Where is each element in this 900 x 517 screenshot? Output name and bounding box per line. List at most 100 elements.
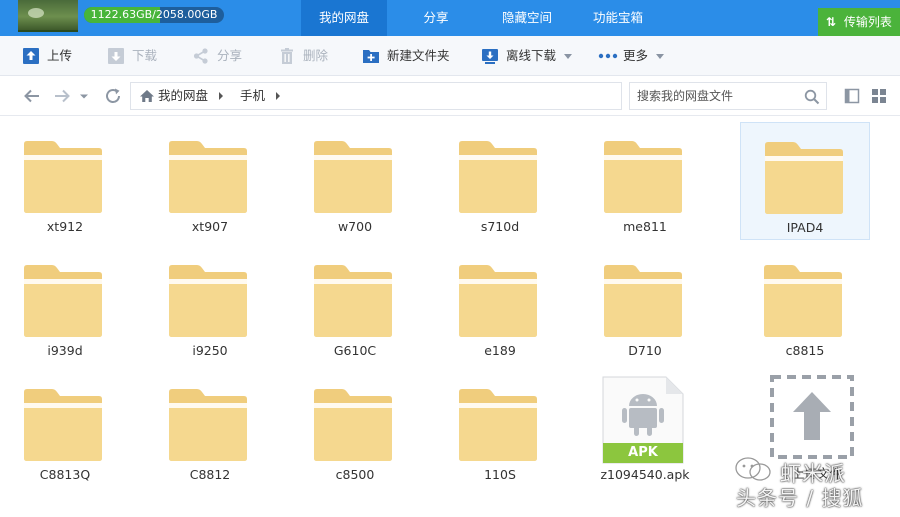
tab-hidden-space[interactable]: 隐藏空间 xyxy=(484,0,570,36)
new-folder-label: 新建文件夹 xyxy=(387,48,450,63)
history-dropdown-icon[interactable] xyxy=(78,87,90,105)
folder-icon xyxy=(314,141,392,213)
file-name-label: i939d xyxy=(47,343,83,358)
delete-label: 删除 xyxy=(303,48,329,63)
user-avatar[interactable] xyxy=(18,0,78,32)
grid-view-icon[interactable] xyxy=(871,88,887,104)
search-input[interactable] xyxy=(637,86,797,106)
file-name-label: c8815 xyxy=(785,343,825,358)
folder-item[interactable]: D710 xyxy=(580,246,710,364)
share-label: 分享 xyxy=(217,48,243,63)
breadcrumb-separator-icon xyxy=(219,92,223,100)
file-name-label: C8813Q xyxy=(39,467,91,482)
transfer-icon: ⇅ xyxy=(826,15,837,29)
share-icon xyxy=(193,47,208,64)
download-icon xyxy=(108,47,124,64)
file-name-label: z1094540.apk xyxy=(600,467,690,482)
breadcrumb-root[interactable]: 我的网盘 xyxy=(158,83,208,109)
upload-placeholder-icon xyxy=(770,375,854,459)
file-name-label: me811 xyxy=(623,219,667,234)
folder-item[interactable]: xt907 xyxy=(145,122,275,240)
file-name-label: D710 xyxy=(628,343,662,358)
download-label: 下载 xyxy=(132,48,158,63)
search-box xyxy=(629,82,827,110)
offline-download-label: 离线下载 xyxy=(506,48,557,63)
more-button[interactable]: 更多 xyxy=(598,36,665,76)
folder-icon xyxy=(169,265,247,337)
apk-badge: APK xyxy=(628,445,658,460)
folder-icon xyxy=(169,389,247,461)
file-name-label: C8812 xyxy=(189,467,231,482)
chevron-down-icon xyxy=(564,54,573,59)
file-name-label: w700 xyxy=(337,219,373,234)
download-button[interactable]: 下载 xyxy=(107,36,157,76)
folder-item[interactable]: me811 xyxy=(580,122,710,240)
folder-item[interactable]: i9250 xyxy=(145,246,275,364)
folder-item[interactable]: C8812 xyxy=(145,370,275,488)
upload-label: 上传 xyxy=(47,48,73,63)
folder-item[interactable]: IPAD4 xyxy=(740,122,870,240)
offline-download-button[interactable]: 离线下载 xyxy=(481,36,573,76)
trash-icon xyxy=(281,47,293,64)
folder-item[interactable]: xt912 xyxy=(0,122,130,240)
file-item-apk[interactable]: APK z1094540.apk xyxy=(580,370,710,488)
folder-icon xyxy=(459,265,537,337)
breadcrumb-separator-icon xyxy=(276,92,280,100)
breadcrumb-current[interactable]: 手机 xyxy=(240,83,265,109)
tab-toolbox[interactable]: 功能宝箱 xyxy=(575,0,661,36)
folder-icon xyxy=(764,265,842,337)
tab-share[interactable]: 分享 xyxy=(393,0,479,36)
folder-icon xyxy=(459,141,537,213)
more-label: 更多 xyxy=(623,48,649,63)
file-name-label: e189 xyxy=(484,343,516,358)
folder-item[interactable]: e189 xyxy=(435,246,565,364)
address-bar-row: 我的网盘 手机 xyxy=(0,76,900,116)
watermark-logo-icon xyxy=(735,457,771,481)
folder-icon xyxy=(604,141,682,213)
list-view-icon[interactable] xyxy=(844,88,860,104)
chevron-down-icon xyxy=(656,54,665,59)
offline-download-icon xyxy=(482,48,498,64)
folder-item[interactable]: i939d xyxy=(0,246,130,364)
upload-button[interactable]: 上传 xyxy=(22,36,72,76)
folder-icon xyxy=(24,265,102,337)
folder-icon xyxy=(24,389,102,461)
new-folder-button[interactable]: 新建文件夹 xyxy=(362,36,450,76)
file-name-label: i9250 xyxy=(192,343,228,358)
folder-item[interactable]: w700 xyxy=(290,122,420,240)
watermark: 虾米派 头条号 / 搜狐 xyxy=(728,452,900,517)
storage-quota-bar: 1122.63GB/2058.00GB xyxy=(84,7,224,23)
folder-item[interactable]: C8813Q xyxy=(0,370,130,488)
folder-item[interactable]: c8815 xyxy=(740,246,870,364)
share-button[interactable]: 分享 xyxy=(192,36,242,76)
folder-icon xyxy=(459,389,537,461)
file-name-label: s710d xyxy=(480,219,520,234)
upload-icon xyxy=(23,47,39,64)
back-arrow-icon[interactable] xyxy=(22,87,42,105)
folder-item[interactable]: s710d xyxy=(435,122,565,240)
tab-my-disk[interactable]: 我的网盘 xyxy=(301,0,387,36)
folder-icon xyxy=(314,265,392,337)
search-icon[interactable] xyxy=(804,89,820,105)
folder-icon xyxy=(169,141,247,213)
storage-quota-text: 1122.63GB/2058.00GB xyxy=(90,8,218,21)
transfer-list-button[interactable]: ⇅ 传输列表 xyxy=(818,8,900,36)
forward-arrow-icon[interactable] xyxy=(52,87,72,105)
top-header: 1122.63GB/2058.00GB 我的网盘 分享 隐藏空间 功能宝箱 ⇅ … xyxy=(0,0,900,36)
more-dots-icon xyxy=(598,53,618,58)
home-icon[interactable] xyxy=(139,89,155,103)
file-name-label: 110S xyxy=(484,467,516,482)
refresh-icon[interactable] xyxy=(104,87,124,105)
folder-item[interactable]: G610C xyxy=(290,246,420,364)
file-name-label: c8500 xyxy=(335,467,375,482)
file-name-label: xt907 xyxy=(191,219,229,234)
new-folder-icon xyxy=(363,49,379,63)
folder-item[interactable]: c8500 xyxy=(290,370,420,488)
folder-icon xyxy=(765,142,843,214)
folder-icon xyxy=(314,389,392,461)
file-name-label: xt912 xyxy=(46,219,84,234)
delete-button[interactable]: 删除 xyxy=(278,36,328,76)
folder-item[interactable]: 110S xyxy=(435,370,565,488)
watermark-text-2: 头条号 / 搜狐 xyxy=(736,486,864,510)
file-name-label: G610C xyxy=(333,343,377,358)
